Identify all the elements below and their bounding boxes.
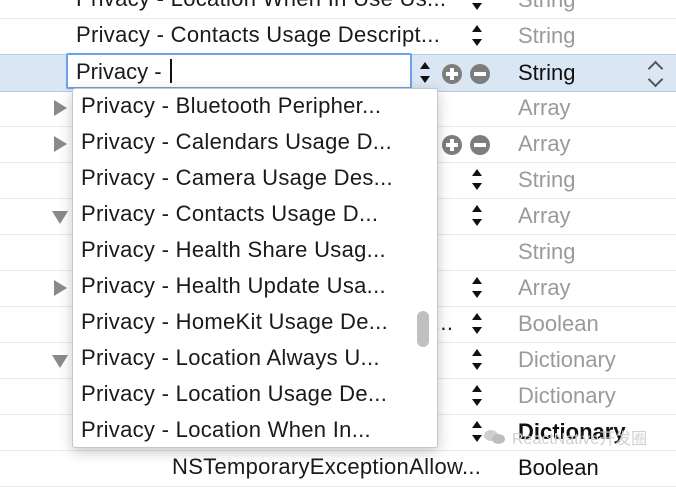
- dropdown-scrollbar-thumb[interactable]: [417, 311, 429, 347]
- text-caret: [169, 59, 172, 83]
- stepper-icon[interactable]: [470, 418, 484, 446]
- stepper-icon[interactable]: [470, 346, 484, 374]
- stepper-icon[interactable]: [470, 166, 484, 194]
- stepper-icon[interactable]: [470, 22, 484, 50]
- stepper-icon[interactable]: [470, 0, 484, 14]
- remove-item-button[interactable]: [470, 135, 490, 155]
- disclosure-triangle-icon[interactable]: [54, 100, 67, 116]
- watermark-text: ReactNative开发圈: [512, 431, 648, 448]
- row-key: NSTemporaryExceptionAllow...: [172, 454, 482, 479]
- stepper-icon[interactable]: [470, 310, 484, 338]
- suggestion-item[interactable]: Privacy - HomeKit Usage De...: [81, 305, 388, 341]
- disclosure-triangle-icon[interactable]: [54, 136, 67, 152]
- stepper-icon[interactable]: [470, 202, 484, 230]
- suggestion-item[interactable]: Privacy - Location Always U...: [81, 341, 380, 377]
- row-type: Dictionary: [518, 347, 616, 372]
- row-type: Array: [518, 95, 571, 120]
- remove-item-button[interactable]: [470, 64, 490, 84]
- row-type: Dictionary: [518, 383, 616, 408]
- row-key: Privacy - Contacts Usage Descript...: [76, 22, 441, 47]
- key-edit-field[interactable]: Privacy -: [66, 53, 412, 89]
- add-item-button[interactable]: [442, 135, 462, 155]
- row-type: Boolean: [518, 311, 599, 336]
- row-type: Array: [518, 275, 571, 300]
- suggestion-item[interactable]: Privacy - Health Update Usa...: [81, 269, 386, 305]
- stepper-icon[interactable]: [470, 274, 484, 302]
- row-type: Array: [518, 131, 571, 156]
- suggestion-item[interactable]: Privacy - Contacts Usage D...: [81, 197, 378, 233]
- row-key: Privacy - Location When In Use Us...: [76, 0, 446, 12]
- row-type: String: [518, 60, 576, 85]
- disclosure-triangle-icon[interactable]: [54, 280, 67, 296]
- row-type: String: [518, 0, 575, 13]
- stepper-icon[interactable]: [470, 382, 484, 410]
- suggestion-item[interactable]: Privacy - Location Usage De...: [81, 377, 387, 413]
- suggestion-item[interactable]: Privacy - Camera Usage Des...: [81, 161, 393, 197]
- plist-row[interactable]: NSTemporaryExceptionAllow... Boolean: [0, 450, 676, 487]
- suggestion-item[interactable]: Privacy - Bluetooth Peripher...: [81, 89, 381, 125]
- watermark: ReactNative开发圈: [484, 426, 647, 448]
- row-type: String: [518, 167, 576, 192]
- disclosure-triangle-icon[interactable]: [52, 355, 68, 368]
- stepper-icon[interactable]: [418, 59, 432, 87]
- add-item-button[interactable]: [442, 64, 462, 84]
- suggestion-item[interactable]: Privacy - Calendars Usage D...: [81, 125, 392, 161]
- suggestion-item[interactable]: Privacy - Location When In...: [81, 413, 371, 447]
- plist-row[interactable]: Privacy - Location When In Use Us... Str…: [0, 0, 676, 19]
- row-type: String: [518, 239, 576, 264]
- suggestion-item[interactable]: Privacy - Health Share Usag...: [81, 233, 386, 269]
- row-type: String: [518, 23, 576, 48]
- type-popup-icon[interactable]: [647, 60, 666, 88]
- key-edit-value: Privacy -: [76, 59, 168, 84]
- plist-row[interactable]: Privacy - Contacts Usage Descript... Str…: [0, 18, 676, 55]
- row-type: Array: [518, 203, 571, 228]
- chat-bubbles-icon: [484, 428, 506, 446]
- row-type: Boolean: [518, 455, 599, 480]
- autocomplete-dropdown[interactable]: Privacy - Bluetooth Peripher... Privacy …: [72, 88, 438, 448]
- disclosure-triangle-icon[interactable]: [52, 211, 68, 224]
